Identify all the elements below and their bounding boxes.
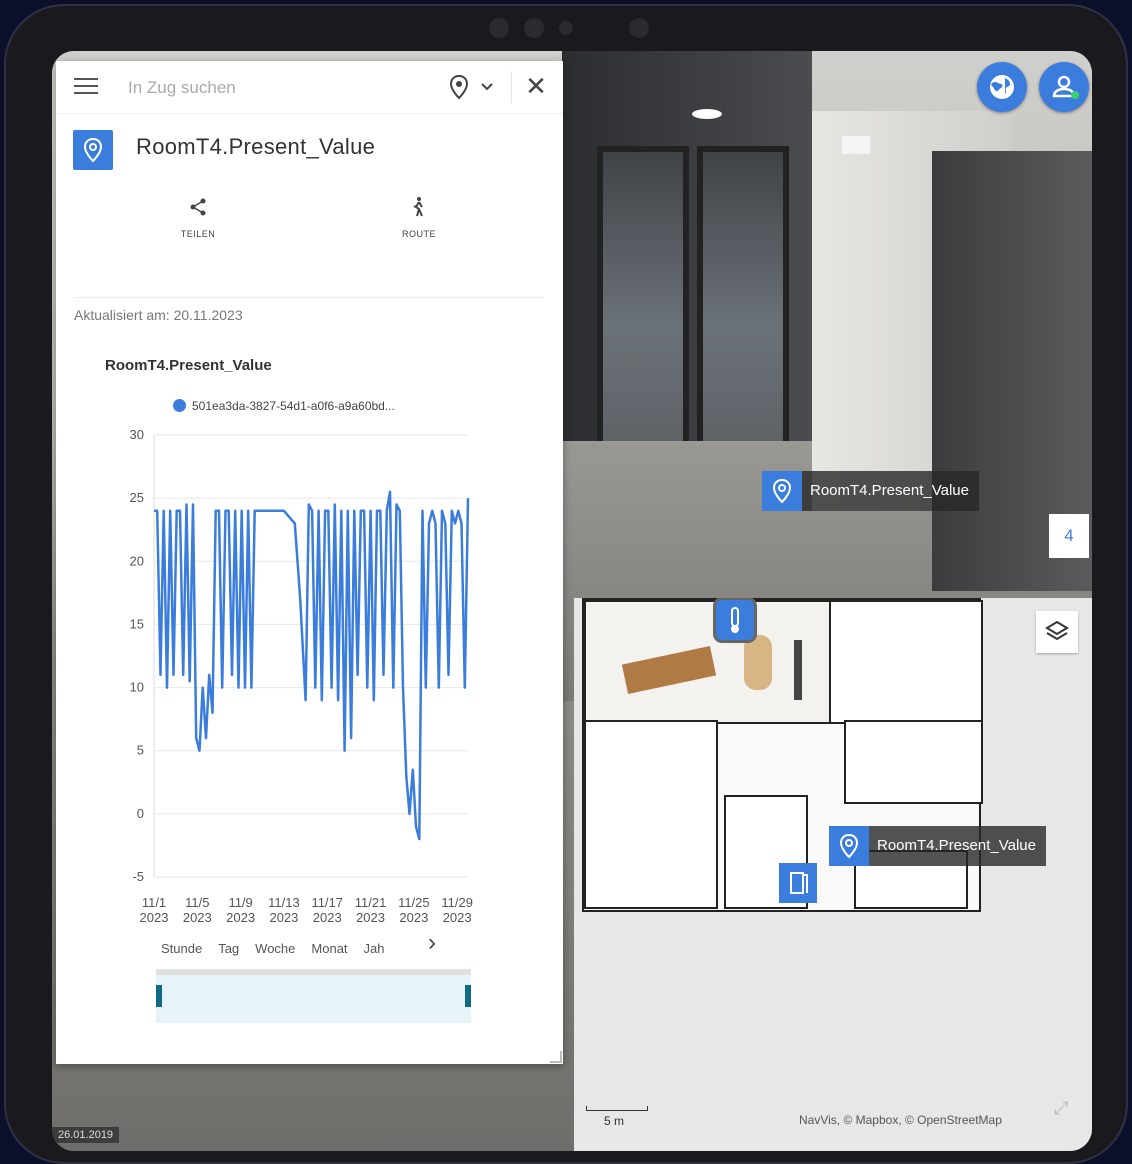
y-tick-label: 5 <box>137 743 144 758</box>
search-bar: ✕ <box>56 61 563 114</box>
x-tick-label: 11/1 <box>142 895 166 910</box>
x-tick-label: 2023 <box>313 910 342 925</box>
range-tab[interactable]: Woche <box>255 941 295 956</box>
location-pin-icon <box>73 130 113 170</box>
x-tick-label: 2023 <box>356 910 385 925</box>
scale-bar <box>586 1106 648 1111</box>
x-tick-label: 2023 <box>269 910 298 925</box>
range-tab[interactable]: Tag <box>218 941 239 956</box>
x-tick-label: 2023 <box>183 910 212 925</box>
user-icon <box>1052 75 1079 99</box>
x-tick-label: 2023 <box>399 910 428 925</box>
door-icon <box>790 872 808 894</box>
poi-label: RoomT4.Present_Value <box>810 482 969 499</box>
chart-title: RoomT4.Present_Value <box>105 357 272 374</box>
chevron-right-icon[interactable]: › <box>428 929 436 957</box>
x-tick-label: 2023 <box>443 910 472 925</box>
resize-handle[interactable] <box>550 1051 562 1063</box>
x-tick-label: 11/17 <box>311 895 343 910</box>
detail-panel: ✕ RoomT4.Present_Value TEILEN ROUTE Aktu… <box>56 61 563 1064</box>
share-icon <box>190 198 206 216</box>
thermometer-icon <box>731 607 739 633</box>
floor-plan-map[interactable]: RoomT4.Present_Value 5 m NavVis, © Mapbo… <box>574 598 1092 1151</box>
legend-label: 501ea3da-3827-54d1-a0f6-a9a60bd... <box>192 399 395 413</box>
x-tick-label: 11/13 <box>268 895 300 910</box>
page-title: RoomT4.Present_Value <box>136 134 376 159</box>
app-screen: RoomT4.Present_Value 4 RoomT4.Present_Va… <box>52 51 1092 1151</box>
layers-icon <box>1045 620 1069 641</box>
chart-legend[interactable]: 501ea3da-3827-54d1-a0f6-a9a60bd... <box>173 399 395 413</box>
exit-sign <box>842 136 870 154</box>
y-tick-label: 25 <box>130 490 144 505</box>
y-tick-label: -5 <box>132 869 144 884</box>
tablet-frame: RoomT4.Present_Value 4 RoomT4.Present_Va… <box>4 4 1128 1164</box>
menu-icon[interactable] <box>74 78 98 96</box>
level-button[interactable]: 4 <box>1049 514 1089 558</box>
range-tab[interactable]: Stunde <box>161 941 202 956</box>
x-tick-label: 11/25 <box>398 895 430 910</box>
globe-button[interactable] <box>977 62 1027 112</box>
glass-door <box>697 146 789 448</box>
door-marker[interactable] <box>779 863 817 903</box>
location-pin-icon <box>762 471 802 511</box>
map-attribution[interactable]: NavVis, © Mapbox, © OpenStreetMap <box>799 1113 1002 1127</box>
poi-label: RoomT4.Present_Value <box>877 837 1036 854</box>
y-tick-label: 10 <box>130 680 144 695</box>
user-button[interactable] <box>1039 62 1089 112</box>
globe-icon <box>990 75 1014 99</box>
navigator-handle-left[interactable] <box>156 985 162 1007</box>
range-tab[interactable]: Monat <box>311 941 347 956</box>
share-button[interactable]: TEILEN <box>158 196 238 239</box>
route-button[interactable]: ROUTE <box>379 196 459 239</box>
ceiling-light <box>692 109 722 119</box>
scale-label: 5 m <box>604 1114 625 1128</box>
y-tick-label: 30 <box>130 427 144 442</box>
layers-button[interactable] <box>1036 611 1078 653</box>
y-tick-label: 0 <box>137 806 144 821</box>
x-tick-label: 2023 <box>140 910 169 925</box>
divider <box>74 297 544 298</box>
thermometer-marker[interactable] <box>716 600 754 640</box>
range-tabs: Stunde Tag Woche Monat Jah <box>161 941 401 956</box>
navigator-handle-right[interactable] <box>465 985 471 1007</box>
range-navigator[interactable] <box>156 969 471 1023</box>
range-tab[interactable]: Jah <box>364 941 385 956</box>
date-stamp: 26.01.2019 <box>52 1127 120 1143</box>
glass-door <box>597 146 689 448</box>
x-tick-label: 11/9 <box>228 895 252 910</box>
location-target-icon <box>449 74 493 100</box>
route-label: ROUTE <box>402 229 436 239</box>
y-tick-label: 15 <box>130 616 144 631</box>
camera-bar <box>489 14 659 42</box>
location-dropdown[interactable] <box>446 73 496 101</box>
expand-icon[interactable]: ⤢ <box>1054 1098 1068 1119</box>
separator <box>511 71 512 103</box>
y-tick-label: 20 <box>130 553 144 568</box>
updated-timestamp: Aktualisiert am: 20.11.2023 <box>74 307 243 323</box>
scene-poi-marker[interactable]: RoomT4.Present_Value <box>762 471 979 511</box>
close-icon[interactable]: ✕ <box>521 71 551 101</box>
line-chart[interactable]: -505101520253011/1202311/5202311/9202311… <box>56 421 556 941</box>
share-label: TEILEN <box>180 229 216 239</box>
x-tick-label: 11/29 <box>441 895 473 910</box>
series-line[interactable] <box>154 490 470 841</box>
search-input[interactable] <box>126 75 420 101</box>
legend-marker <box>173 399 186 412</box>
x-tick-label: 2023 <box>226 910 255 925</box>
walk-icon <box>413 197 423 217</box>
x-tick-label: 11/5 <box>185 895 209 910</box>
map-poi-marker[interactable]: RoomT4.Present_Value <box>829 826 1046 866</box>
location-pin-icon <box>829 826 869 866</box>
x-tick-label: 11/21 <box>355 895 387 910</box>
